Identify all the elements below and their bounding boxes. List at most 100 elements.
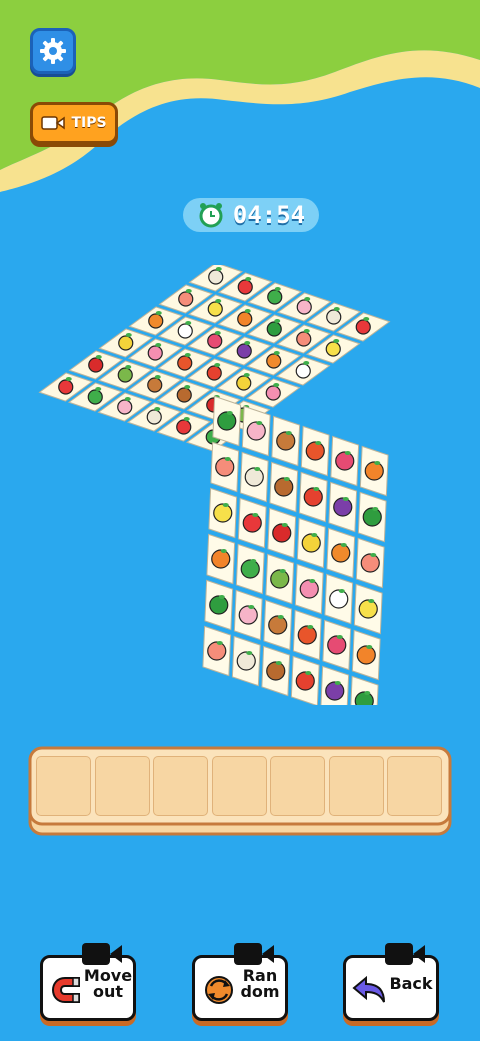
watermelon-icon [354,691,374,705]
papaya-icon [266,353,282,369]
leaf-detail [363,317,370,321]
donut-icon [265,385,281,401]
garlic-icon [236,651,256,671]
cake-icon [238,605,258,625]
tile[interactable] [269,461,299,513]
garlic-icon [326,309,342,325]
leaf-detail [216,641,223,645]
tile[interactable] [233,589,263,641]
tile[interactable] [322,619,352,671]
carrot-icon [211,549,231,569]
leaf-detail [368,599,375,603]
leaf-detail [283,477,290,481]
leaf-detail [124,397,131,401]
tile[interactable] [290,655,320,705]
tile[interactable] [210,441,240,493]
tile[interactable] [235,543,265,595]
leaf-detail [95,355,102,359]
tile[interactable] [261,645,291,697]
broccoli-icon [87,389,103,405]
tile-tray [28,746,452,836]
pepper-icon [305,441,325,461]
shrimp-icon [178,291,194,307]
tile[interactable] [202,625,232,677]
broccoli-icon [267,289,283,305]
tile[interactable] [320,665,350,705]
leaf-detail [303,329,310,333]
tile[interactable] [296,517,326,569]
tile[interactable] [263,599,293,651]
tray-slot [94,756,150,816]
settings-button[interactable] [30,28,76,74]
tile[interactable] [298,471,328,523]
leaf-detail [214,331,221,335]
leaf-detail [220,549,227,553]
tile[interactable] [237,497,267,549]
leaf-detail [65,377,72,381]
leaf-detail [344,451,351,455]
papaya-icon [148,313,164,329]
strawberry-icon [237,279,253,295]
leaf-detail [374,461,381,465]
tips-button[interactable]: TIPS [30,102,118,144]
leaf-detail [277,615,284,619]
leaf-detail [315,441,322,445]
tile[interactable] [326,527,356,579]
shrimp-icon [296,331,312,347]
burger-icon [176,387,192,403]
tile[interactable] [330,435,360,487]
tile[interactable] [294,563,324,615]
soup-icon [268,615,288,635]
video-camera-icon [41,116,66,130]
leaf-detail [274,319,281,323]
tomato-icon [303,487,323,507]
leaf-detail [154,375,161,379]
tile[interactable] [231,635,261,687]
leaf-detail [273,383,280,387]
move-out-button[interactable]: Move out [40,943,136,1021]
tomato-icon [206,365,222,381]
tile[interactable] [208,487,238,539]
tile[interactable] [206,533,236,585]
leaf-detail [185,289,192,293]
random-button[interactable]: Ran dom [192,943,288,1021]
tile[interactable] [267,507,297,559]
cake-icon [246,421,266,441]
tile[interactable] [271,415,301,467]
tile[interactable] [357,491,387,543]
leaf-detail [338,589,345,593]
tile[interactable] [359,445,389,497]
tile[interactable] [328,481,358,533]
leaf-detail [333,307,340,311]
shrimp-icon [215,457,235,477]
cake-icon [117,399,133,415]
eggplant-icon [325,681,345,701]
timer: 04:54 [183,198,319,232]
leaf-detail [218,595,225,599]
leaf-detail [154,407,161,411]
strawberry-icon [242,513,262,533]
tile[interactable] [350,675,379,705]
back-button[interactable]: Back [343,943,439,1021]
tile-cube[interactable] [30,265,480,705]
tile[interactable] [300,425,330,477]
tile[interactable] [204,579,234,631]
tile[interactable] [292,609,322,661]
tile[interactable] [351,629,381,681]
banana-icon [301,533,321,553]
tile[interactable] [265,553,295,605]
lemon-icon [358,599,378,619]
leaf-detail [95,387,102,391]
tile[interactable] [353,583,383,635]
tile[interactable] [241,405,271,457]
tile[interactable] [324,573,354,625]
leaf-detail [183,417,190,421]
leaf-detail [125,365,132,369]
leaf-detail [370,553,377,557]
leaf-detail [334,681,341,685]
tile[interactable] [239,451,269,503]
leaf-detail [250,559,257,563]
tile[interactable] [355,537,385,589]
tile[interactable] [212,395,242,447]
tray-slot [328,756,384,816]
